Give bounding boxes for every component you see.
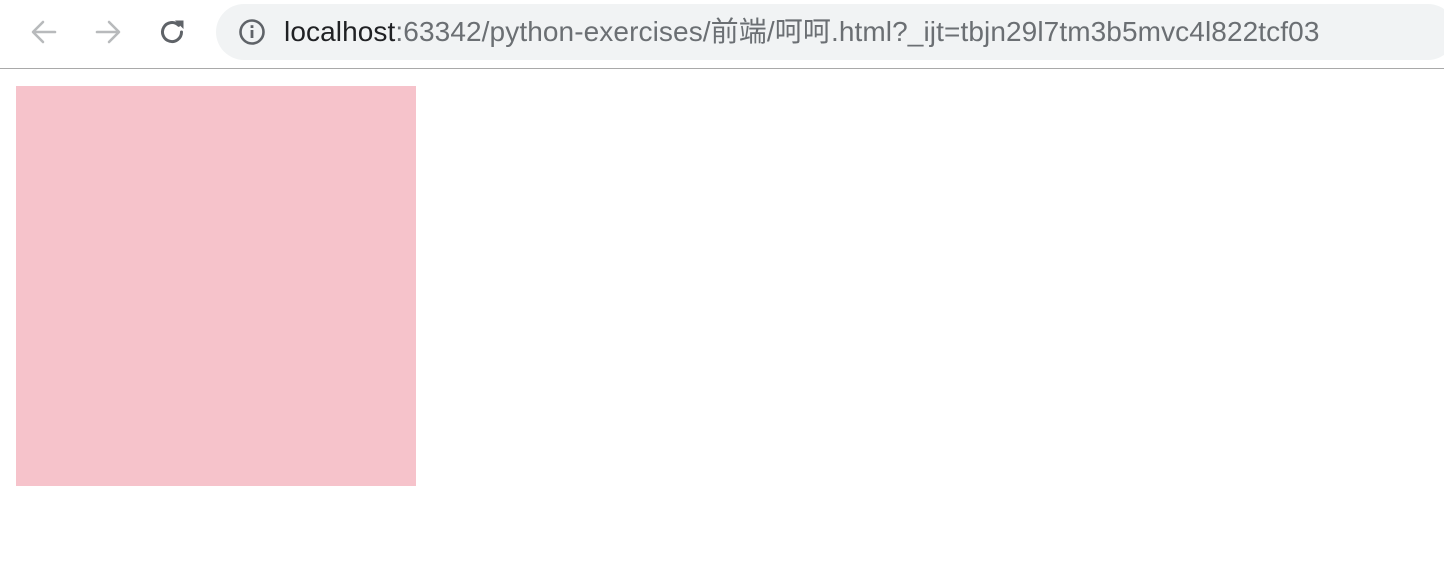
- url-text[interactable]: localhost:63342/python-exercises/前端/呵呵.h…: [284, 4, 1320, 60]
- back-button[interactable]: [24, 12, 64, 52]
- url-path: :63342/python-exercises/前端/呵呵.html?_ijt=…: [395, 16, 1320, 47]
- address-bar[interactable]: localhost:63342/python-exercises/前端/呵呵.h…: [216, 4, 1444, 60]
- url-host: localhost: [284, 16, 396, 47]
- pink-box: [16, 86, 416, 486]
- info-icon[interactable]: [238, 18, 266, 46]
- arrow-right-icon: [95, 20, 121, 44]
- browser-toolbar: localhost:63342/python-exercises/前端/呵呵.h…: [0, 0, 1444, 69]
- page-content: [0, 70, 1444, 570]
- reload-button[interactable]: [152, 12, 192, 52]
- reload-icon: [161, 20, 184, 44]
- forward-button[interactable]: [88, 12, 128, 52]
- arrow-left-icon: [31, 20, 57, 44]
